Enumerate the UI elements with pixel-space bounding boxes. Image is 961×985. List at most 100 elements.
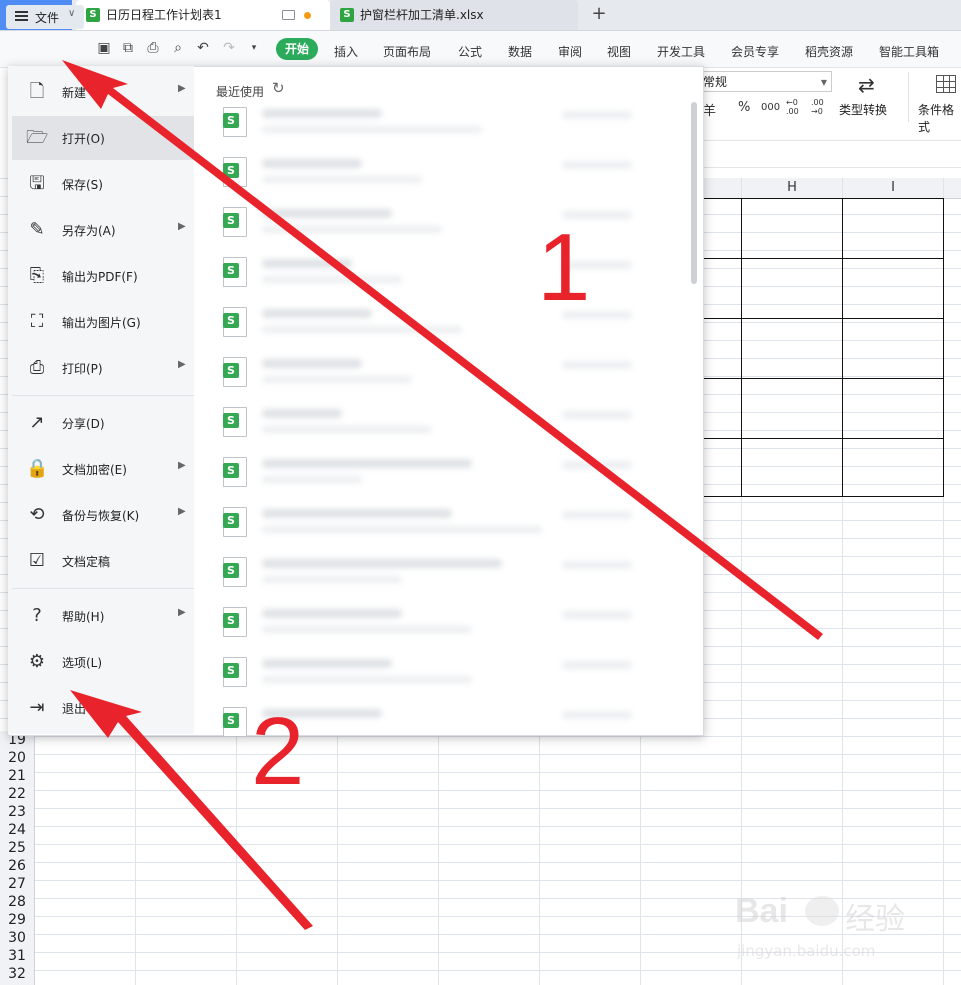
currency-button[interactable]: 羊 [703, 100, 716, 119]
blurred-file-path [262, 126, 482, 133]
row-number[interactable]: 30 [0, 929, 34, 947]
grid-line [135, 731, 136, 985]
recent-file-row[interactable]: S [216, 649, 636, 695]
tab-docer[interactable]: 稻壳资源 [805, 43, 853, 60]
recent-file-row[interactable]: S [216, 299, 636, 345]
recent-file-row[interactable]: S [216, 449, 636, 495]
backup-icon: ⟲ [29, 504, 45, 525]
type-convert-icon[interactable]: ⇄ [858, 73, 875, 97]
tab-view[interactable]: 视图 [607, 43, 631, 60]
recent-file-row[interactable]: S [216, 249, 636, 295]
menu-item-print[interactable]: ⎙ 打印(P) ▶ [12, 346, 194, 390]
menu-item-share[interactable]: ↗ 分享(D) [12, 401, 194, 445]
menu-item-encrypt[interactable]: 🔒 文档加密(E) ▶ [12, 447, 194, 491]
export-icon[interactable]: ⧉ [120, 40, 136, 56]
type-convert-button[interactable]: 类型转换 [839, 101, 887, 118]
plus-icon[interactable]: + [588, 3, 610, 25]
menu-item-save[interactable]: 🖫 保存(S) [12, 162, 194, 206]
redo-icon[interactable]: ↷ [221, 40, 237, 56]
file-menu-button[interactable]: 文件 ∨ [6, 5, 84, 29]
row-number[interactable]: 27 [0, 875, 34, 893]
menu-item-label: 文档定稿 [62, 555, 111, 569]
recent-file-row[interactable]: S [216, 99, 636, 145]
tab-data[interactable]: 数据 [508, 43, 532, 60]
tab-insert[interactable]: 插入 [334, 43, 358, 60]
recent-files-scrollbar[interactable] [691, 102, 697, 284]
menu-item-finalize[interactable]: ☑ 文档定稿 [12, 539, 194, 583]
row-number[interactable]: 23 [0, 803, 34, 821]
menu-item-label: 分享(D) [62, 417, 105, 431]
spreadsheet-file-icon: S [223, 207, 249, 237]
tab-developer[interactable]: 开发工具 [657, 43, 705, 60]
finalize-icon: ☑ [28, 550, 46, 571]
recent-file-row[interactable]: S [216, 549, 636, 595]
menu-item-save-as[interactable]: ✎ 另存为(A) ▶ [12, 208, 194, 252]
refresh-icon[interactable]: ↻ [272, 79, 285, 97]
column-header-h[interactable]: H [742, 178, 842, 198]
undo-icon[interactable]: ↶ [195, 40, 211, 56]
monitor-icon[interactable] [282, 10, 295, 20]
print-preview-icon[interactable]: ⌕ [170, 40, 186, 56]
recent-file-row[interactable]: S [216, 499, 636, 545]
tab-formulas[interactable]: 公式 [458, 43, 482, 60]
menu-item-new[interactable]: 🗋 新建 ▶ [12, 70, 194, 114]
thousands-button[interactable]: 000 [761, 102, 780, 113]
tab-page-layout[interactable]: 页面布局 [383, 43, 431, 60]
menu-item-open[interactable]: 🗁 打开(O) [12, 116, 194, 160]
menu-item-label: 文档加密(E) [62, 463, 127, 477]
spreadsheet-file-icon: S [223, 457, 249, 487]
menu-item-options[interactable]: ⚙ 选项(L) [12, 640, 194, 684]
menu-item-exit[interactable]: ⇥ 退出 [12, 686, 194, 730]
save-icon[interactable]: ▣ [96, 40, 112, 56]
column-header-i[interactable]: I [843, 178, 943, 198]
grid-line [438, 731, 439, 985]
recent-file-row[interactable]: S [216, 399, 636, 445]
tab-start[interactable]: 开始 [276, 38, 318, 60]
formula-bar[interactable] [700, 140, 961, 168]
percent-button[interactable]: % [738, 100, 750, 115]
row-number[interactable]: 24 [0, 821, 34, 839]
spreadsheet-file-icon: S [223, 257, 249, 287]
table-border [700, 496, 944, 497]
row-number[interactable]: 31 [0, 947, 34, 965]
menu-item-backup[interactable]: ⟲ 备份与恢复(K) ▶ [12, 493, 194, 537]
table-border [700, 198, 944, 199]
customize-toolbar-icon[interactable]: ▾ [246, 40, 262, 56]
share-icon: ↗ [29, 412, 45, 433]
menu-item-help[interactable]: ? 帮助(H) ▶ [12, 594, 194, 638]
table-border [700, 258, 944, 259]
number-format-select[interactable]: 常规 ▼ [700, 71, 832, 92]
export-pdf-icon: ⎘ [29, 265, 45, 286]
row-number[interactable]: 20 [0, 749, 34, 767]
row-number[interactable]: 29 [0, 911, 34, 929]
row-number[interactable]: 32 [0, 965, 34, 983]
increase-decimal-button[interactable]: ←0 .00 [786, 98, 804, 116]
conditional-format-icon[interactable] [936, 75, 956, 93]
row-number[interactable]: 22 [0, 785, 34, 803]
recent-files-title: 最近使用 [216, 85, 265, 99]
row-number[interactable]: 26 [0, 857, 34, 875]
exit-icon: ⇥ [29, 697, 45, 718]
tab-document-2[interactable]: S 护窗栏杆加工清单.xlsx [330, 0, 578, 30]
tab-member[interactable]: 会员专享 [731, 43, 779, 60]
recent-file-row[interactable]: S [216, 599, 636, 645]
decrease-decimal-button[interactable]: .00 →0 [811, 98, 829, 116]
menu-item-export-image[interactable]: ⛶ 输出为图片(G) [12, 300, 194, 344]
recent-file-row[interactable]: S [216, 699, 636, 745]
tab-document-1[interactable]: S 日历日程工作计划表1 [76, 0, 330, 30]
chevron-right-icon: ▶ [178, 460, 186, 471]
print-icon[interactable]: ⎙ [145, 40, 161, 56]
row-number[interactable]: 28 [0, 893, 34, 911]
menu-item-export-pdf[interactable]: ⎘ 输出为PDF(F) [12, 254, 194, 298]
tab-review[interactable]: 审阅 [558, 43, 582, 60]
recent-file-row[interactable]: S [216, 199, 636, 245]
row-number[interactable]: 25 [0, 839, 34, 857]
recent-file-row[interactable]: S [216, 149, 636, 195]
watermark-url: jingyan.baidu.com [737, 942, 876, 960]
tab-smart-toolbox[interactable]: 智能工具箱 [879, 43, 939, 60]
spreadsheet-icon: S [86, 8, 100, 22]
spreadsheet-file-icon: S [223, 507, 249, 537]
conditional-format-button[interactable]: 条件格式 [918, 101, 961, 135]
row-number[interactable]: 21 [0, 767, 34, 785]
recent-file-row[interactable]: S [216, 349, 636, 395]
